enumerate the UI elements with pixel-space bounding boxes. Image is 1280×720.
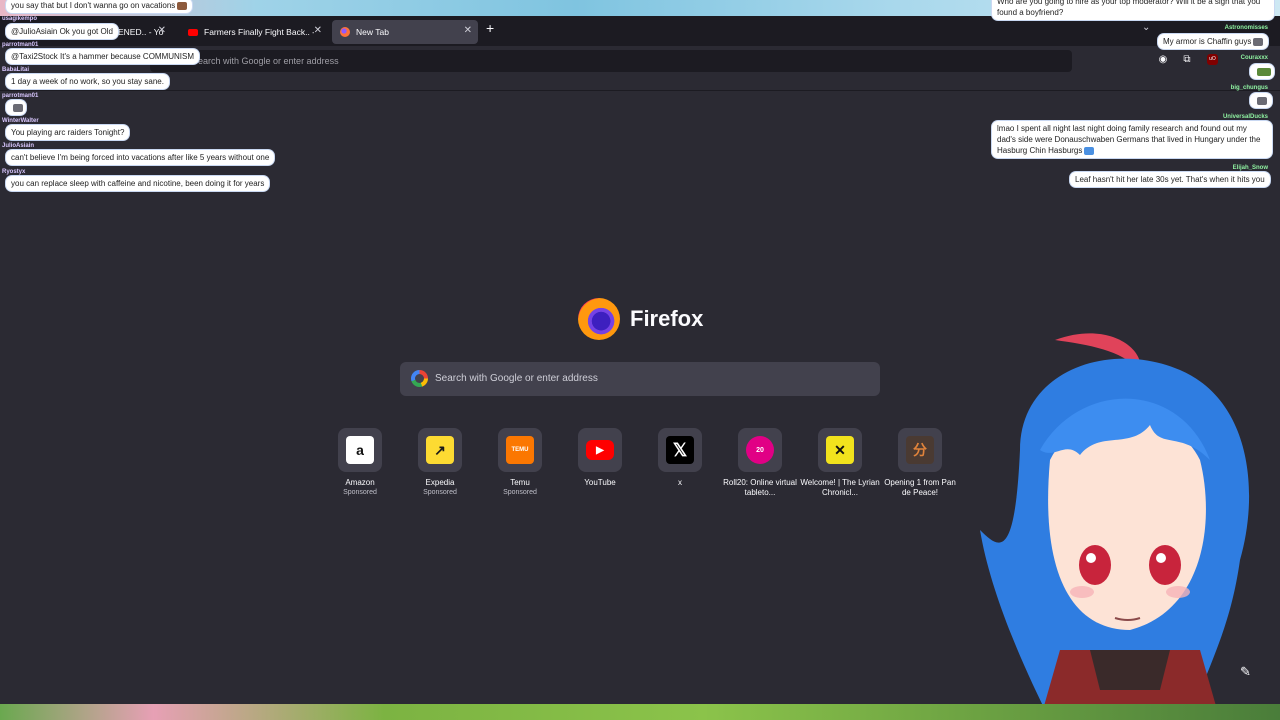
shortcut-label: YouTube	[584, 478, 616, 487]
chat-message: you say that but I don't wanna go on vac…	[6, 0, 193, 13]
lyrian-icon: ✕	[826, 436, 854, 464]
tab-strip: ENED.. - You ✕ Farmers Finally Fight Bac…	[0, 16, 1280, 46]
chat-username: Couraxxx	[1240, 55, 1268, 61]
shortcut-label: Roll20: Online virtual tableto...	[723, 478, 797, 497]
shortcut-tile-expedia[interactable]: ↗ Expedia Sponsored	[400, 428, 480, 498]
amazon-icon: a	[346, 436, 374, 464]
tab-youtube-2[interactable]: Farmers Finally Fight Back.. - Yo ✕	[180, 20, 328, 44]
tab-new-tab[interactable]: New Tab ✕	[332, 20, 478, 44]
chat-message	[1250, 93, 1272, 108]
shortcut-icon-box: ▶	[578, 428, 622, 472]
chat-message: can't believe I'm being forced into vaca…	[6, 150, 275, 165]
chat-username: Ryostyx	[2, 169, 26, 175]
chat-message: 1 day a week of no work, so you stay san…	[6, 74, 169, 89]
brand-wordmark: Firefox	[630, 306, 704, 331]
shortcut-tile-pan-de-peace[interactable]: 分 Opening 1 from Pan de Peace!	[880, 428, 960, 498]
chat-message: My armor is Chaffin guys	[1158, 34, 1269, 49]
shortcut-label: Welcome! | The Lyrian Chronicl...	[800, 478, 880, 497]
shortcut-icon-box: TEMU	[498, 428, 542, 472]
chat-message	[6, 100, 26, 115]
shortcut-label: Amazon	[345, 478, 375, 487]
new-tab-button[interactable]: +	[486, 20, 494, 36]
pencil-icon[interactable]: ✎	[1240, 664, 1251, 680]
shortcut-label: x	[678, 478, 682, 487]
shortcut-tile-roll20[interactable]: 20 Roll20: Online virtual tableto...	[720, 428, 800, 498]
chat-message: Leaf hasn't hit her late 30s yet. That's…	[1070, 172, 1270, 187]
temu-icon: TEMU	[506, 436, 534, 464]
emote-icon	[1257, 67, 1271, 76]
chat-username: BabaLitai	[2, 67, 30, 73]
tab-title: New Tab	[356, 27, 389, 37]
chat-username: usagikempo	[2, 16, 38, 22]
chat-username: parrotman01	[2, 93, 39, 99]
close-icon[interactable]: ✕	[314, 25, 322, 36]
chat-username: JulioAsiain	[2, 143, 35, 149]
chat-message: @Taxi2Stock It's a hammer because COMMUN…	[6, 49, 200, 64]
shortcut-icon-box: ↗	[418, 428, 462, 472]
emote-icon	[1253, 37, 1264, 46]
shortcut-tile-amazon[interactable]: a Amazon Sponsored	[320, 428, 400, 498]
youtube-icon	[188, 28, 198, 36]
chat-message: lmao I spent all night last night doing …	[992, 121, 1272, 158]
shortcut-label: Expedia	[425, 478, 455, 487]
roll20-icon: 20	[746, 436, 774, 464]
address-bar[interactable]: Search with Google or enter address	[150, 50, 1072, 72]
sponsored-label: Sponsored	[343, 489, 377, 496]
chat-message: You playing arc raiders Tonight?	[6, 125, 130, 140]
tab-title: Farmers Finally Fight Back.. - Yo	[204, 27, 314, 37]
chat-message: @JulioAsiain Ok you got Old	[6, 24, 118, 39]
emote-icon	[1257, 96, 1267, 105]
emote-icon	[1084, 146, 1095, 155]
shortcut-label: Opening 1 from Pan de Peace!	[884, 478, 956, 497]
chat-username: big_chungus	[1230, 85, 1268, 91]
search-input[interactable]: Search with Google or enter address	[400, 362, 880, 396]
sponsored-label: Sponsored	[503, 489, 537, 496]
google-icon	[411, 370, 428, 387]
close-icon[interactable]: ✕	[158, 25, 166, 36]
chat-message	[1250, 64, 1274, 79]
emote-icon	[177, 1, 188, 10]
shortcut-icon-box: ✕	[818, 428, 862, 472]
youtube-icon: ▶	[586, 440, 614, 460]
shortcut-icon-box: 分	[898, 428, 942, 472]
chat-username: Elijah_Snow	[1232, 165, 1268, 171]
x-icon: 𝕏	[666, 436, 694, 464]
chat-username: Astronomisses	[1224, 25, 1268, 31]
shortcut-icon-box: 20	[738, 428, 782, 472]
sponsored-label: Sponsored	[423, 489, 457, 496]
tab-youtube-1[interactable]: ENED.. - You ✕	[110, 20, 172, 44]
shortcut-tile-temu[interactable]: TEMU Temu Sponsored	[480, 428, 560, 498]
chat-message: Who are you going to hire as your top mo…	[992, 0, 1274, 20]
pan-de-peace-icon: 分	[906, 436, 934, 464]
chevron-down-icon[interactable]: ⌄	[1142, 22, 1150, 33]
chat-username: UniversalDucks	[1222, 114, 1268, 120]
firefox-icon	[340, 27, 350, 37]
shortcut-icon-box: a	[338, 428, 382, 472]
chat-message: you can replace sleep with caffeine and …	[6, 176, 270, 191]
shortcut-tile-lyrian[interactable]: ✕ Welcome! | The Lyrian Chronicl...	[800, 428, 880, 498]
vtuber-avatar	[980, 333, 1250, 720]
stream-background-bottom	[0, 704, 1280, 720]
shortcut-tile-youtube[interactable]: ▶ YouTube	[560, 428, 640, 488]
expedia-icon: ↗	[426, 436, 454, 464]
firefox-logo-icon	[578, 298, 620, 340]
close-icon[interactable]: ✕	[464, 25, 472, 36]
shortcut-tile-x[interactable]: 𝕏 x	[640, 428, 720, 488]
emote-icon	[13, 103, 23, 112]
shortcut-label: Temu	[510, 478, 530, 487]
chat-username: parrotman01	[2, 42, 39, 48]
shortcut-icon-box: 𝕏	[658, 428, 702, 472]
chat-username: WinterWalter	[2, 118, 39, 124]
